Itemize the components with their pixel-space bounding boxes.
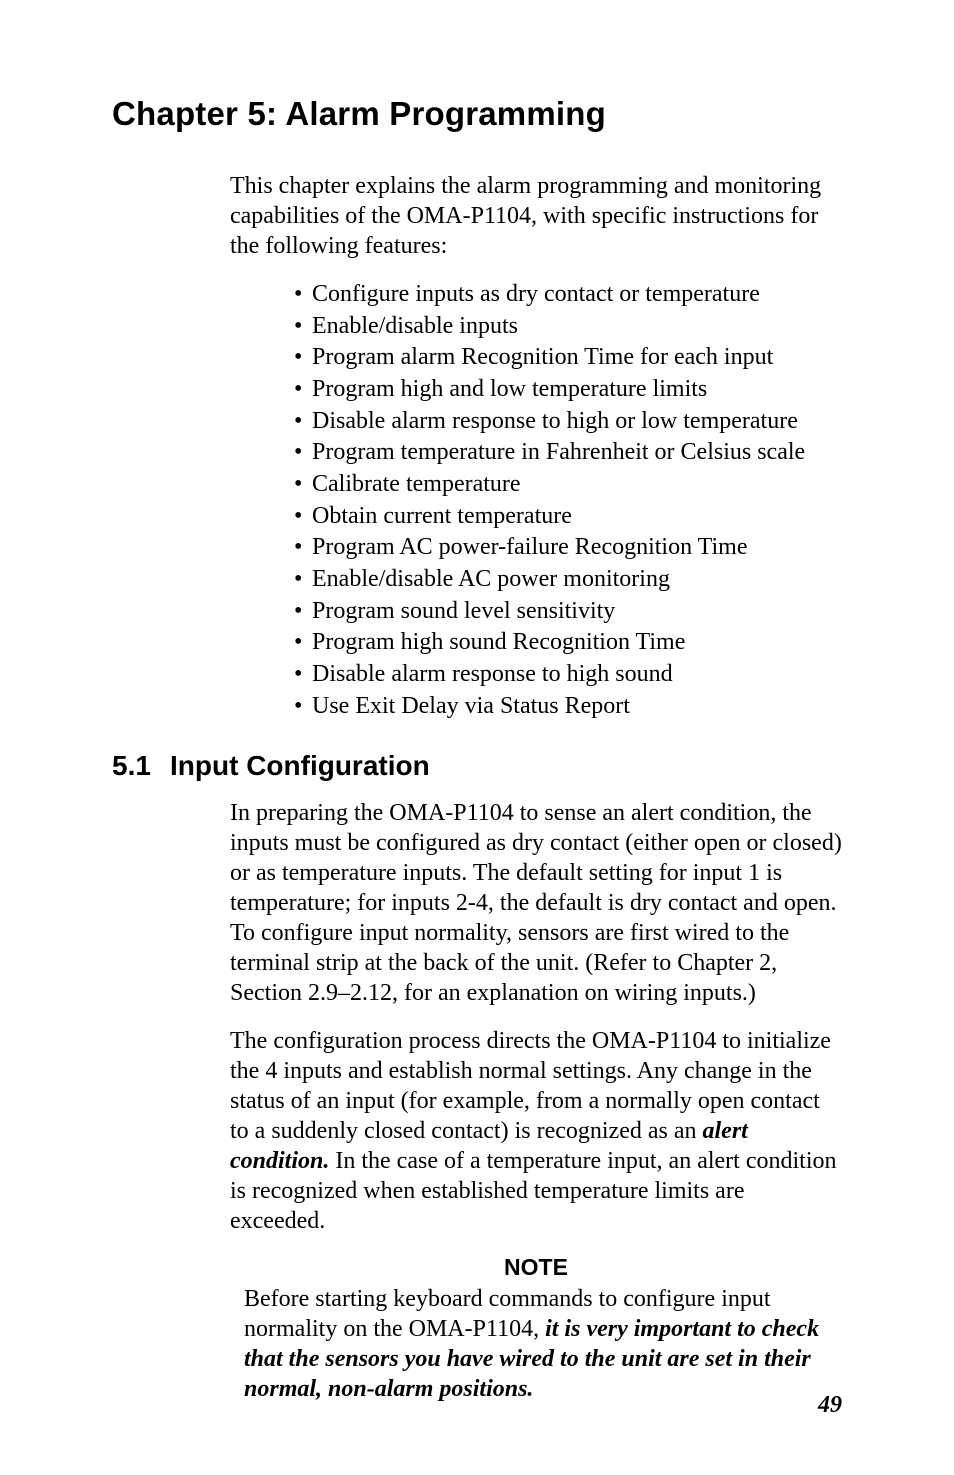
list-item: Use Exit Delay via Status Report [294,691,842,723]
list-item: Obtain current temperature [294,501,842,533]
list-item: Program high sound Recognition Time [294,627,842,659]
chapter-title: Chapter 5: Alarm Programming [112,95,842,133]
list-item: Program AC power-failure Recognition Tim… [294,532,842,564]
list-item: Enable/disable inputs [294,311,842,343]
page-number: 49 [818,1392,842,1419]
note-body: Before starting keyboard commands to con… [244,1285,828,1404]
list-item: Disable alarm response to high or low te… [294,406,842,438]
list-item: Program sound level sensitivity [294,596,842,628]
section-title: Input Configuration [170,750,430,782]
list-item: Configure inputs as dry contact or tempe… [294,279,842,311]
list-item: Program high and low temperature limits [294,374,842,406]
list-item: Disable alarm response to high sound [294,659,842,691]
section-number: 5.1 [112,750,170,782]
list-item: Calibrate temperature [294,469,842,501]
list-item: Program temperature in Fahrenheit or Cel… [294,437,842,469]
section-heading: 5.1 Input Configuration [112,750,842,782]
list-item: Enable/disable AC power monitoring [294,564,842,596]
note-heading: NOTE [230,1254,842,1281]
feature-list: Configure inputs as dry contact or tempe… [294,279,842,722]
list-item: Program alarm Recognition Time for each … [294,342,842,374]
section-paragraph: The configuration process directs the OM… [230,1026,842,1236]
chapter-intro: This chapter explains the alarm programm… [230,171,842,261]
section-paragraph: In preparing the OMA-P1104 to sense an a… [230,798,842,1008]
